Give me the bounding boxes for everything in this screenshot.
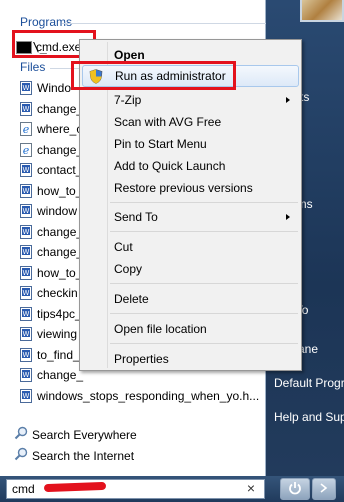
svg-text:W: W — [23, 351, 30, 359]
word-doc-icon: W — [18, 224, 34, 240]
svg-text:e: e — [23, 144, 30, 157]
search-everywhere-link[interactable]: Search Everywhere — [14, 424, 137, 445]
word-doc-icon: W — [18, 101, 34, 117]
svg-text:W: W — [23, 248, 30, 256]
word-doc-icon: W — [18, 80, 34, 96]
magnifier-icon — [14, 426, 28, 443]
right-item-help-and-support[interactable]: Help and Sup — [274, 410, 344, 424]
menu-item-7zip[interactable]: 7-Zip — [82, 89, 299, 111]
search-internet-link[interactable]: Search the Internet — [14, 445, 137, 466]
avatar[interactable] — [300, 0, 344, 22]
programs-section-label: Programs — [20, 15, 73, 29]
menu-item-cut[interactable]: Cut — [82, 236, 299, 258]
word-doc-icon: W — [18, 162, 34, 178]
svg-text:e: e — [23, 123, 30, 136]
submenu-arrow-icon — [286, 97, 290, 103]
menu-divider — [110, 283, 298, 284]
word-doc-icon: W — [18, 306, 34, 322]
submenu-arrow-icon — [286, 214, 290, 220]
clear-search-icon[interactable]: × — [244, 480, 258, 496]
menu-item-pin-to-start[interactable]: Pin to Start Menu — [82, 133, 299, 155]
svg-text:W: W — [23, 330, 30, 338]
word-doc-icon: W — [18, 285, 34, 301]
chevron-right-icon — [320, 482, 328, 496]
ie-page-icon: e — [18, 142, 34, 158]
search-input[interactable] — [7, 480, 237, 498]
svg-text:W: W — [23, 207, 30, 215]
menu-item-restore-previous-versions[interactable]: Restore previous versions — [82, 177, 299, 199]
power-button[interactable] — [280, 478, 310, 500]
word-doc-icon: W — [18, 326, 34, 342]
svg-text:W: W — [23, 310, 30, 318]
svg-text:W: W — [23, 289, 30, 297]
menu-divider — [110, 343, 298, 344]
word-doc-icon: W — [18, 367, 34, 383]
word-doc-icon: W — [18, 388, 34, 404]
svg-text:W: W — [23, 269, 30, 277]
svg-text:W: W — [23, 105, 30, 113]
run-as-admin-highlight-box — [71, 61, 236, 90]
ie-page-icon: e — [18, 121, 34, 137]
menu-item-add-to-quick-launch[interactable]: Add to Quick Launch — [82, 155, 299, 177]
menu-item-open-file-location[interactable]: Open file location — [82, 318, 299, 340]
menu-item-send-to[interactable]: Send To — [82, 206, 299, 228]
svg-text:W: W — [23, 371, 30, 379]
menu-item-properties[interactable]: Properties — [82, 348, 299, 370]
word-doc-icon: W — [18, 347, 34, 363]
menu-divider — [110, 313, 298, 314]
files-section-label: Files — [20, 60, 46, 74]
svg-text:W: W — [23, 166, 30, 174]
shutdown-options-button[interactable] — [312, 478, 336, 500]
search-links: Search Everywhere Search the Internet — [14, 424, 137, 466]
list-item[interactable]: W windows_stops_responding_when_yo.h... — [18, 386, 262, 407]
svg-text:W: W — [23, 84, 30, 92]
menu-divider — [110, 202, 298, 203]
magnifier-icon — [14, 447, 28, 464]
word-doc-icon: W — [18, 183, 34, 199]
svg-text:W: W — [23, 228, 30, 236]
word-doc-icon: W — [18, 244, 34, 260]
menu-divider — [110, 231, 298, 232]
word-doc-icon: W — [18, 203, 34, 219]
right-item-default-programs[interactable]: Default Progr — [274, 376, 344, 390]
power-icon — [288, 481, 302, 498]
menu-item-copy[interactable]: Copy — [82, 258, 299, 280]
menu-item-scan-avg[interactable]: Scan with AVG Free — [82, 111, 299, 133]
svg-text:W: W — [23, 392, 30, 400]
menu-item-delete[interactable]: Delete — [82, 288, 299, 310]
svg-text:W: W — [23, 187, 30, 195]
word-doc-icon: W — [18, 265, 34, 281]
